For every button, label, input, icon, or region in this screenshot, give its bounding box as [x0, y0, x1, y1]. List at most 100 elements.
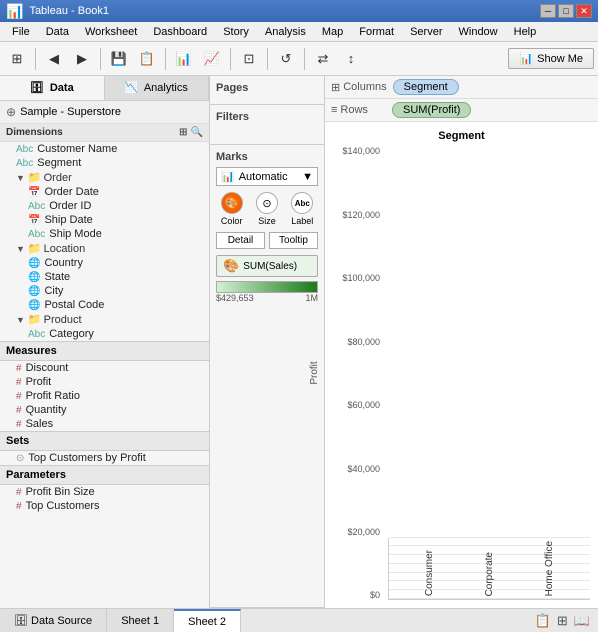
- tooltip-btn[interactable]: Tooltip: [269, 232, 318, 249]
- status-icons: 📋 ⊞ 📖: [527, 613, 598, 629]
- dim-segment[interactable]: Abc Segment: [0, 156, 209, 170]
- dim-state[interactable]: 🌐 State: [0, 270, 209, 284]
- filters-section: Filters: [210, 105, 324, 145]
- num-icon: #: [16, 405, 22, 416]
- toolbar-save-btn[interactable]: 💾: [106, 46, 132, 72]
- title-bar-title: Tableau - Book1: [29, 5, 109, 17]
- dim-country[interactable]: 🌐 Country: [0, 256, 209, 270]
- color-btn[interactable]: 🎨 Color: [221, 192, 243, 226]
- dimensions-search-icon[interactable]: 🔍: [191, 127, 203, 138]
- abc-icon: Abc: [28, 229, 45, 240]
- measure-discount[interactable]: # Discount: [0, 361, 209, 375]
- num-icon: #: [16, 363, 22, 374]
- num-icon: #: [16, 391, 22, 402]
- gridline-120k: [389, 545, 590, 546]
- measure-sales[interactable]: # Sales: [0, 417, 209, 431]
- marks-type-dropdown[interactable]: 📊 Automatic ▼: [216, 167, 318, 186]
- color-labels: $429,653 1M: [216, 293, 318, 303]
- sets-header: Sets: [0, 431, 209, 451]
- bar-home-office-label: Home Office: [544, 541, 555, 599]
- dimensions-grid-icon[interactable]: ⊞: [179, 127, 187, 138]
- toolbar-new-btn[interactable]: 📋: [134, 46, 160, 72]
- toolbar-sep-6: [304, 48, 305, 70]
- set-top-customers[interactable]: ⊙ Top Customers by Profit: [0, 451, 209, 465]
- menu-analysis[interactable]: Analysis: [257, 24, 314, 40]
- dim-ship-date[interactable]: 📅 Ship Date: [0, 213, 209, 227]
- date-icon: 📅: [28, 215, 40, 226]
- maximize-button[interactable]: □: [558, 4, 574, 18]
- measure-quantity[interactable]: # Quantity: [0, 403, 209, 417]
- close-button[interactable]: ✕: [576, 4, 592, 18]
- tab-sheet-1[interactable]: Sheet 1: [107, 609, 174, 632]
- toolbar-filter-btn[interactable]: ⊡: [236, 46, 262, 72]
- folder-location[interactable]: ▼ 📁 Location: [0, 241, 209, 256]
- folder-icon: 📁: [28, 313, 42, 326]
- right-panel: ⊞ Columns Segment ≡ Rows SUM(Profit) Seg…: [325, 76, 598, 608]
- source-row[interactable]: ⊕ Sample - Superstore: [0, 101, 209, 124]
- tab-analytics[interactable]: 📉 Analytics: [105, 76, 210, 100]
- folder-order[interactable]: ▼ 📁 Order: [0, 170, 209, 185]
- menu-map[interactable]: Map: [314, 24, 351, 40]
- toolbar-swap-btn[interactable]: ⇄: [310, 46, 336, 72]
- label-btn[interactable]: Abc Label: [291, 192, 313, 226]
- folder-icon: 📁: [28, 171, 42, 184]
- toolbar-sep-1: [35, 48, 36, 70]
- tab-data[interactable]: 🗄 Data: [0, 76, 105, 100]
- toolbar-refresh-btn[interactable]: ↺: [273, 46, 299, 72]
- menu-window[interactable]: Window: [451, 24, 506, 40]
- date-icon: 📅: [28, 187, 40, 198]
- dim-order-id[interactable]: Abc Order ID: [0, 199, 209, 213]
- color-legend: $429,653 1M: [216, 281, 318, 303]
- measure-profit-ratio[interactable]: # Profit Ratio: [0, 389, 209, 403]
- param-top-customers[interactable]: # Top Customers: [0, 499, 209, 513]
- new-sheet-icon[interactable]: 📋: [535, 613, 551, 629]
- color-max-label: 1M: [305, 293, 318, 303]
- tab-sheet-2[interactable]: Sheet 2: [174, 609, 241, 632]
- color-min-label: $429,653: [216, 293, 254, 303]
- show-me-button[interactable]: 📊 Show Me: [508, 48, 594, 69]
- menu-format[interactable]: Format: [351, 24, 402, 40]
- toolbar-sort-btn[interactable]: ↕: [338, 46, 364, 72]
- abc-icon: Abc: [16, 144, 33, 155]
- toolbar-chart1-btn[interactable]: 📊: [171, 46, 197, 72]
- y-tick-80k: $80,000: [347, 337, 380, 347]
- dim-order-date[interactable]: 📅 Order Date: [0, 185, 209, 199]
- dim-postal-code[interactable]: 🌐 Postal Code: [0, 298, 209, 312]
- tab-data-source[interactable]: 🗄 Data Source: [0, 609, 107, 632]
- menu-help[interactable]: Help: [506, 24, 545, 40]
- menu-data[interactable]: Data: [38, 24, 77, 40]
- menu-server[interactable]: Server: [402, 24, 450, 40]
- marks-detail-row: Detail Tooltip: [216, 232, 318, 249]
- dim-ship-mode[interactable]: Abc Ship Mode: [0, 227, 209, 241]
- dim-category[interactable]: Abc Category: [0, 327, 209, 341]
- menu-worksheet[interactable]: Worksheet: [77, 24, 145, 40]
- param-profit-bin-size[interactable]: # Profit Bin Size: [0, 485, 209, 499]
- dim-city[interactable]: 🌐 City: [0, 284, 209, 298]
- dim-customer-name[interactable]: Abc Customer Name: [0, 142, 209, 156]
- detail-btn[interactable]: Detail: [216, 232, 265, 249]
- toolbar-grid-btn[interactable]: ⊞: [4, 46, 30, 72]
- dimensions-header: Dimensions ⊞ 🔍: [0, 124, 209, 142]
- new-dashboard-icon[interactable]: ⊞: [557, 613, 568, 629]
- rows-pill[interactable]: SUM(Profit): [392, 102, 471, 118]
- minimize-button[interactable]: ─: [540, 4, 556, 18]
- pages-section: Pages: [210, 76, 324, 105]
- bar-corporate[interactable]: Corporate: [469, 549, 509, 599]
- folder-product[interactable]: ▼ 📁 Product: [0, 312, 209, 327]
- columns-grid-icon: ⊞: [331, 81, 340, 94]
- toolbar-back-btn[interactable]: ◀: [41, 46, 67, 72]
- left-panel: 🗄 Data 📉 Analytics ⊕ Sample - Superstore…: [0, 76, 210, 608]
- measure-profit[interactable]: # Profit: [0, 375, 209, 389]
- menu-file[interactable]: File: [4, 24, 38, 40]
- geo-icon: 🌐: [28, 286, 40, 297]
- menu-dashboard[interactable]: Dashboard: [145, 24, 215, 40]
- toolbar-chart2-btn[interactable]: 📈: [199, 46, 225, 72]
- columns-pill[interactable]: Segment: [393, 79, 459, 95]
- sum-sales-pill[interactable]: 🎨 SUM(Sales): [216, 255, 318, 277]
- menu-story[interactable]: Story: [215, 24, 257, 40]
- num-icon: #: [16, 487, 22, 498]
- toolbar-forward-btn[interactable]: ▶: [69, 46, 95, 72]
- filters-title: Filters: [216, 111, 318, 123]
- size-btn[interactable]: ⊙ Size: [256, 192, 278, 226]
- new-story-icon[interactable]: 📖: [574, 613, 590, 629]
